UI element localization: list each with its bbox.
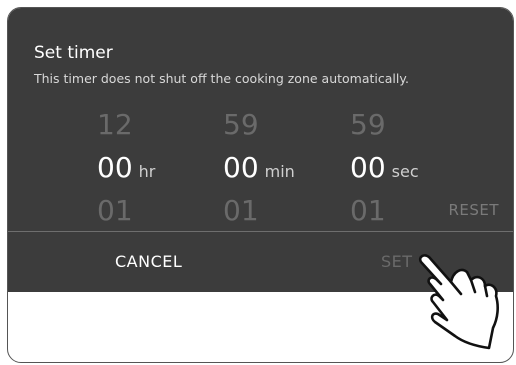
seconds-current[interactable]: 00 sec xyxy=(350,151,419,189)
hours-prev-value[interactable]: 12 xyxy=(97,108,133,142)
minutes-current[interactable]: 00 min xyxy=(223,151,295,189)
reset-button[interactable]: RESET xyxy=(448,201,499,219)
seconds-unit: sec xyxy=(391,162,419,181)
hours-value: 00 xyxy=(97,151,133,184)
seconds-value: 00 xyxy=(350,151,386,184)
minutes-value: 00 xyxy=(223,151,259,184)
hours-next-value[interactable]: 01 xyxy=(97,194,133,228)
hours-unit: hr xyxy=(138,162,156,181)
minutes-prev-value[interactable]: 59 xyxy=(223,108,259,142)
seconds-next-value[interactable]: 01 xyxy=(350,194,386,228)
cancel-button[interactable]: CANCEL xyxy=(115,252,182,271)
dialog-subtitle: This timer does not shut off the cooking… xyxy=(34,71,409,86)
action-divider xyxy=(8,231,513,232)
minutes-next-value[interactable]: 01 xyxy=(223,194,259,228)
hours-current[interactable]: 00 hr xyxy=(97,151,155,189)
tap-hand-icon xyxy=(418,254,499,350)
seconds-prev-value[interactable]: 59 xyxy=(350,108,386,142)
minutes-unit: min xyxy=(264,162,295,181)
dialog-title: Set timer xyxy=(34,43,113,63)
